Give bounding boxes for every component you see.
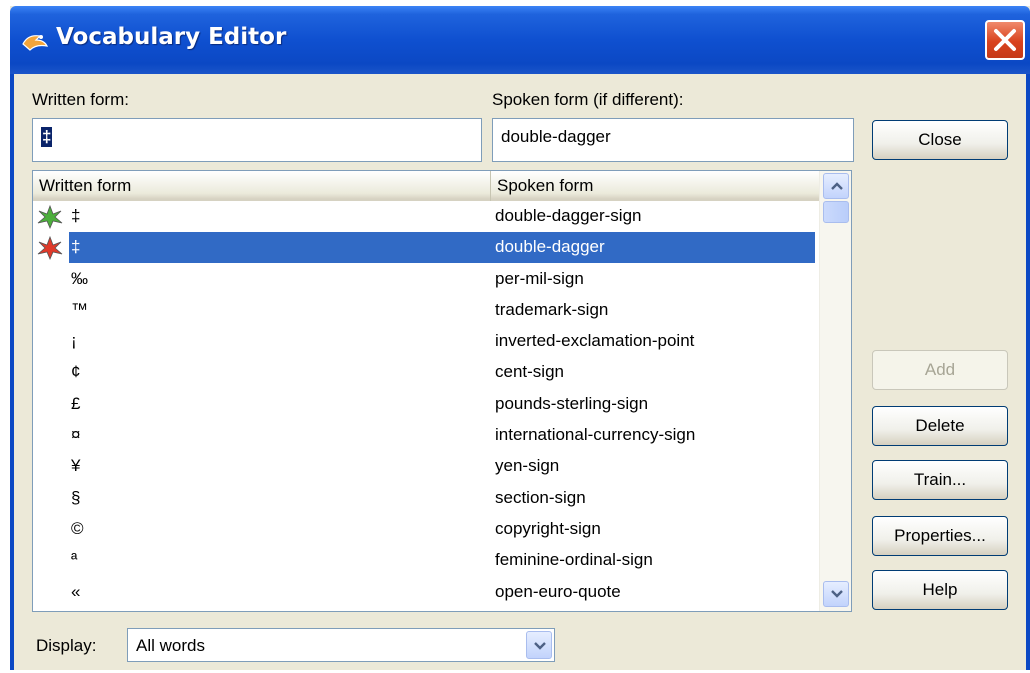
written-form-cell: ¢	[71, 362, 81, 382]
written-form-cell: ª	[71, 550, 78, 570]
scroll-thumb[interactable]	[823, 201, 849, 223]
chevron-up-icon	[831, 182, 843, 190]
display-dropdown-button[interactable]	[526, 631, 552, 659]
spoken-form-cell: per-mil-sign	[495, 268, 584, 288]
red-star-icon	[37, 236, 63, 261]
written-form-cell: ©	[71, 518, 84, 538]
chevron-down-icon	[831, 590, 843, 598]
written-form-cell: ™	[71, 299, 88, 319]
list-item[interactable]: £ pounds-sterling-sign	[33, 389, 819, 420]
train-button-label: Train...	[913, 470, 967, 489]
written-form-cell: £	[71, 393, 81, 413]
list-item[interactable]: ™ trademark-sign	[33, 295, 819, 326]
written-form-cell: ‰	[71, 268, 88, 288]
list-item[interactable]: § section-sign	[33, 483, 819, 514]
scroll-up-button[interactable]	[823, 173, 849, 199]
add-button-label: Add	[924, 360, 956, 379]
list-header: Written form Spoken form	[33, 171, 819, 201]
app-icon	[22, 35, 49, 51]
spoken-form-cell: open-euro-quote	[495, 581, 621, 601]
vocabulary-editor-window: Vocabulary Editor Written form: ‡ Spoken…	[10, 6, 1030, 670]
chevron-down-icon	[534, 642, 546, 650]
spoken-form-cell: feminine-ordinal-sign	[495, 550, 653, 570]
spoken-form-cell: pounds-sterling-sign	[495, 393, 649, 413]
list-item[interactable]: ¥ yen-sign	[33, 451, 819, 482]
written-form-cell: ¥	[71, 456, 81, 476]
title-bar[interactable]: Vocabulary Editor	[10, 6, 1030, 74]
list-item[interactable]: ‡ double-dagger	[33, 232, 819, 264]
written-form-cell: ¤	[71, 425, 81, 445]
spoken-form-cell: double-dagger	[495, 237, 605, 257]
spoken-form-cell: inverted-exclamation-point	[495, 331, 695, 351]
window-close-button[interactable]	[985, 20, 1025, 60]
written-form-cell: «	[71, 581, 81, 601]
close-button[interactable]: Close	[872, 120, 1008, 160]
close-icon	[994, 29, 1016, 51]
spoken-form-cell: trademark-sign	[495, 299, 609, 319]
spoken-form-cell: cent-sign	[495, 362, 564, 382]
written-form-cell: ‡	[71, 237, 81, 257]
written-form-label: Written form:	[32, 90, 129, 109]
written-form-cell: §	[71, 487, 81, 507]
spoken-form-value: double-dagger	[501, 127, 611, 146]
spoken-form-cell: copyright-sign	[495, 518, 601, 538]
list-rows: ‡ double-dagger-sign ‡ double-dagger ‰ per-mi…	[33, 201, 819, 608]
delete-button-label: Delete	[915, 416, 965, 435]
written-form-cell: ¡	[71, 331, 77, 351]
spoken-form-cell: international-currency-sign	[495, 425, 696, 445]
spoken-form-cell: yen-sign	[495, 456, 560, 476]
list-item[interactable]: ‰ per-mil-sign	[33, 264, 819, 295]
window-title: Vocabulary Editor	[56, 24, 287, 50]
list-scrollbar[interactable]	[819, 171, 851, 611]
spoken-form-cell: section-sign	[495, 487, 586, 507]
written-form-input[interactable]: ‡	[32, 118, 482, 162]
scroll-down-button[interactable]	[823, 581, 849, 607]
delete-button[interactable]: Delete	[872, 406, 1008, 446]
display-select-value: All words	[136, 636, 205, 655]
column-header-written[interactable]: Written form	[33, 171, 491, 201]
green-star-icon	[37, 205, 63, 229]
properties-button-label: Properties...	[894, 526, 986, 545]
written-form-value: ‡	[41, 127, 53, 147]
close-button-label: Close	[918, 130, 962, 149]
list-item[interactable]: ¤ international-currency-sign	[33, 420, 819, 451]
list-item[interactable]: « open-euro-quote	[33, 577, 819, 608]
spoken-form-input[interactable]: double-dagger	[492, 118, 854, 162]
list-item[interactable]: ¢ cent-sign	[33, 357, 819, 388]
train-button[interactable]: Train...	[872, 460, 1008, 500]
selection-highlight	[69, 232, 815, 264]
properties-button[interactable]: Properties...	[872, 516, 1008, 556]
spoken-form-cell: double-dagger-sign	[495, 206, 642, 225]
list-item[interactable]: ª feminine-ordinal-sign	[33, 545, 819, 576]
help-button[interactable]: Help	[872, 570, 1008, 610]
spoken-form-label: Spoken form (if different):	[492, 90, 684, 109]
column-header-spoken[interactable]: Spoken form	[491, 171, 819, 201]
vocabulary-list[interactable]: Written form Spoken form ‡ double-dagger-…	[32, 170, 852, 612]
list-item[interactable]: ‡ double-dagger-sign	[33, 201, 819, 232]
list-item[interactable]: © copyright-sign	[33, 514, 819, 545]
list-item[interactable]: ¡ inverted-exclamation-point	[33, 326, 819, 357]
help-button-label: Help	[922, 580, 958, 599]
display-label: Display:	[36, 636, 97, 655]
display-select[interactable]: All words	[127, 628, 555, 662]
written-form-cell: ‡	[71, 206, 81, 225]
dialog-body: Written form: ‡ Spoken form (if differen…	[10, 74, 1030, 670]
add-button[interactable]: Add	[872, 350, 1008, 390]
